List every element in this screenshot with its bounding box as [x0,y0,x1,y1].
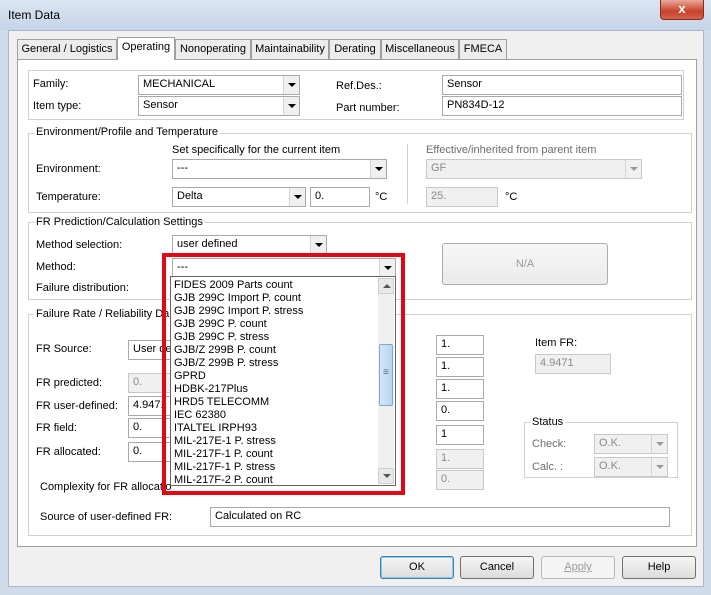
temperature-mode-select[interactable]: Delta [172,187,306,207]
temperature-field[interactable]: 0. [310,187,370,207]
window-title: Item Data [8,8,61,22]
part-number-field[interactable]: PN834D-12 [442,96,682,116]
chevron-down-icon [625,160,641,178]
tab-maintainability[interactable]: Maintainability [251,39,329,59]
tab-operating[interactable]: Operating [117,37,175,60]
factor-field-2[interactable]: 1. [436,357,484,377]
tab-fmeca[interactable]: FMECA [459,39,507,59]
tab-nonoperating[interactable]: Nonoperating [175,39,251,59]
fr-prediction-legend: FR Prediction/Calculation Settings [34,216,205,228]
family-label: Family: [33,78,69,90]
ok-button[interactable]: OK [380,556,454,579]
family-value: MECHANICAL [143,78,216,90]
help-button[interactable]: Help [622,556,696,579]
factor-field-4[interactable]: 0. [436,401,484,421]
factor-field-3[interactable]: 1. [436,379,484,399]
part-number-label: Part number: [336,102,400,114]
temperature-unit: °C [375,191,388,203]
fr-allocated-label: FR allocated: [36,446,101,458]
apply-button: Apply [541,556,615,579]
item-type-select[interactable]: Sensor [138,96,300,116]
divider [407,144,408,204]
item-type-label: Item type: [33,100,82,112]
source-user-defined-label: Source of user-defined FR: [40,511,173,523]
status-legend: Status [530,416,566,428]
temperature-unit-2: °C [505,191,518,203]
method-label: Method: [36,261,76,273]
check-value: O.K. [599,437,622,449]
complexity-label: Complexity for FR allocatio [40,481,172,493]
chevron-down-icon [283,76,299,94]
environment-value: --- [177,162,188,174]
chevron-down-icon [651,435,667,453]
chevron-down-icon [651,458,667,476]
highlight-rectangle [162,253,405,495]
environment-inherited-value: GF [431,162,447,174]
fr-predicted-label: FR predicted: [36,377,103,389]
tab-general-logistics[interactable]: General / Logistics [17,39,117,59]
cancel-button[interactable]: Cancel [460,556,534,579]
temperature-mode-value: Delta [177,190,203,202]
calc-select: O.K. [594,457,668,477]
item-type-value: Sensor [143,99,178,111]
environment-inherited-select: GF [426,159,642,179]
method-selection-label: Method selection: [36,239,123,251]
method-selection-select[interactable]: user defined [172,235,327,255]
item-fr-field: 4.9471 [535,354,611,374]
set-specific-label: Set specifically for the current item [172,144,341,156]
source-user-defined-field[interactable]: Calculated on RC [210,507,670,527]
factor-field-5[interactable]: 1 [436,425,484,445]
family-select[interactable]: MECHANICAL [138,75,300,95]
tab-derating[interactable]: Derating [329,39,381,59]
temperature-label: Temperature: [36,191,101,203]
refdes-field[interactable]: Sensor [442,75,682,95]
close-icon[interactable]: x [660,0,704,20]
fr-user-defined-label: FR user-defined: [36,400,118,412]
environment-legend: Environment/Profile and Temperature [34,126,221,138]
method-selection-value: user defined [177,238,238,250]
fr-field-label: FR field: [36,422,77,434]
factor-field-7: 0. [436,470,484,490]
item-fr-label: Item FR: [535,337,578,349]
check-select: O.K. [594,434,668,454]
calc-label: Calc. : [532,461,564,473]
chevron-down-icon [370,160,386,178]
tab-miscellaneous[interactable]: Miscellaneous [381,39,459,59]
effective-label: Effective/inherited from parent item [426,144,597,156]
title-bar: Item Data x [0,0,711,30]
factor-field-6: 1. [436,449,484,469]
check-label: Check: [532,438,567,450]
chevron-down-icon [283,97,299,115]
fr-source-label: FR Source: [36,343,92,355]
failure-rate-legend: Failure Rate / Reliability Da [34,308,172,320]
temperature-inherited-field: 25. [426,187,498,207]
failure-distribution-label: Failure distribution: [36,282,129,294]
environment-select[interactable]: --- [172,159,387,179]
refdes-label: Ref.Des.: [336,80,382,92]
calc-value: O.K. [599,460,622,472]
environment-label: Environment: [36,163,101,175]
factor-field-1[interactable]: 1. [436,335,484,355]
chevron-down-icon [289,188,305,206]
chevron-down-icon [310,236,326,254]
na-button[interactable]: N/A [442,243,608,285]
